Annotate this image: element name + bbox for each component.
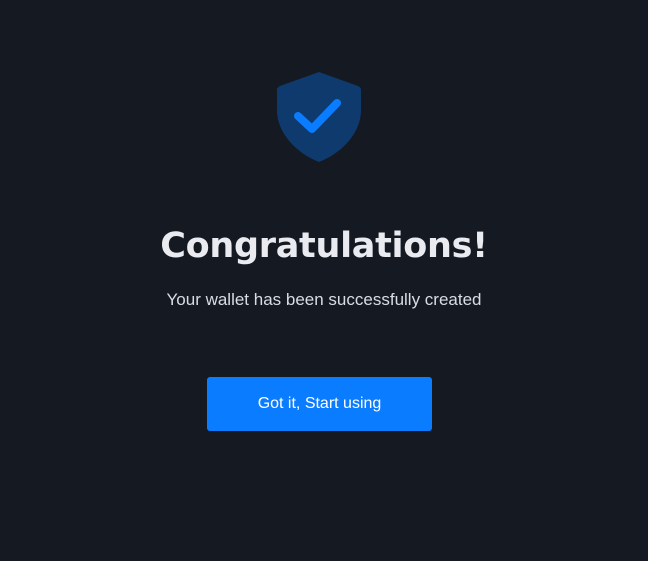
success-message: Your wallet has been successfully create… bbox=[166, 290, 482, 309]
start-using-button[interactable]: Got it, Start using bbox=[207, 377, 432, 431]
shield-check-icon bbox=[274, 70, 364, 164]
wallet-created-screen: Congratulations! Your wallet has been su… bbox=[0, 0, 648, 561]
page-title: Congratulations! bbox=[160, 226, 488, 266]
